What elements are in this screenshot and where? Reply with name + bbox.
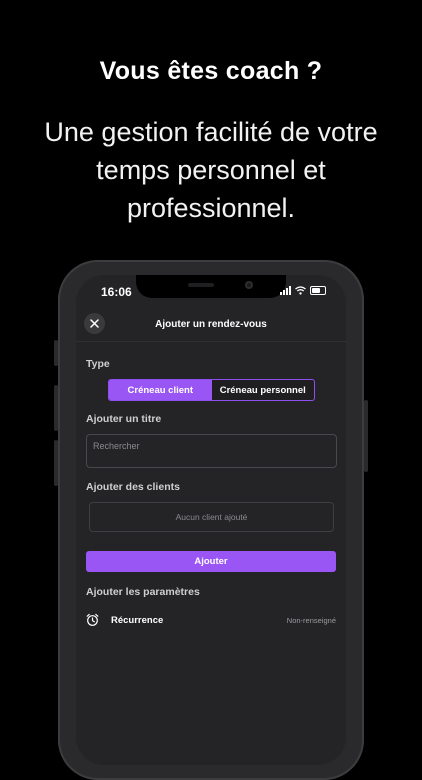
phone-mute-switch bbox=[54, 340, 58, 366]
signal-icon bbox=[280, 286, 291, 295]
phone-power-button bbox=[364, 400, 368, 472]
nav-title: Ajouter un rendez-vous bbox=[155, 319, 267, 330]
title-input[interactable]: Rechercher bbox=[86, 434, 337, 468]
recurrence-label: Récurrence bbox=[111, 615, 164, 626]
front-camera bbox=[245, 281, 253, 289]
alarm-clock-icon bbox=[86, 613, 99, 626]
speaker-grille bbox=[188, 283, 214, 287]
nav-divider bbox=[76, 341, 346, 342]
marketing-headline: Vous êtes coach ? bbox=[99, 57, 323, 85]
type-label: Type bbox=[86, 358, 110, 370]
type-segmented-control: Créneau client Créneau personnel bbox=[108, 379, 315, 401]
segment-personal[interactable]: Créneau personnel bbox=[212, 380, 315, 400]
clients-label: Ajouter des clients bbox=[86, 481, 180, 493]
nav-bar: Ajouter un rendez-vous bbox=[76, 309, 346, 341]
segment-client[interactable]: Créneau client bbox=[109, 380, 212, 400]
title-label: Ajouter un titre bbox=[86, 413, 162, 425]
title-input-placeholder: Rechercher bbox=[93, 441, 140, 451]
clients-empty-text: Aucun client ajouté bbox=[175, 512, 248, 522]
battery-icon bbox=[310, 286, 326, 295]
phone-volume-up bbox=[54, 385, 58, 431]
app-screen: 16:06 Ajouter un rendez-vous Type Crénea… bbox=[76, 275, 346, 765]
status-time: 16:06 bbox=[101, 285, 132, 299]
add-button[interactable]: Ajouter bbox=[86, 551, 336, 572]
phone-volume-down bbox=[54, 440, 58, 486]
status-icons bbox=[280, 286, 326, 295]
recurrence-value: Non-renseigné bbox=[286, 616, 336, 625]
recurrence-row[interactable]: Récurrence Non-renseigné bbox=[86, 612, 336, 630]
params-label: Ajouter les paramètres bbox=[86, 586, 200, 598]
marketing-subline: Une gestion facilité de votre temps pers… bbox=[44, 117, 378, 223]
notch bbox=[136, 275, 286, 298]
wifi-icon bbox=[295, 286, 306, 295]
clients-box[interactable]: Aucun client ajouté bbox=[89, 502, 334, 532]
